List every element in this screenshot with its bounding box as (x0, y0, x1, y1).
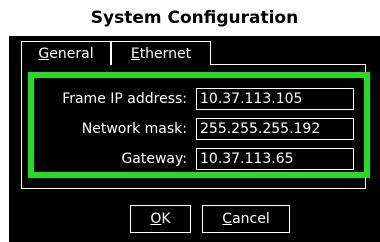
dialog-title: System Configuration (9, 0, 380, 36)
tab-general-hotkey: G (38, 46, 50, 62)
tab-ethernet-label: thernet (139, 46, 192, 62)
cancel-button[interactable]: Cancel (202, 205, 290, 233)
tab-ethernet-hotkey: E (130, 46, 140, 62)
left-edge-stripe (0, 0, 9, 242)
cancel-label: ancel (232, 211, 270, 227)
gateway-label: Gateway: (121, 151, 187, 167)
system-configuration-dialog: System Configuration General Ethernet Fr… (9, 0, 380, 242)
ok-button[interactable]: OK (130, 205, 191, 233)
cancel-hotkey: C (222, 211, 233, 227)
network-mask-label: Network mask: (81, 121, 187, 137)
tab-general[interactable]: General (21, 41, 111, 65)
gateway-input[interactable]: 10.37.113.65 (196, 148, 354, 170)
frame-ip-label: Frame IP address: (62, 91, 187, 107)
tab-ethernet[interactable]: Ethernet (110, 41, 211, 65)
tab-general-label: eneral (49, 46, 94, 62)
network-mask-input[interactable]: 255.255.255.192 (196, 118, 354, 140)
ok-hotkey: O (150, 211, 162, 227)
frame-ip-input[interactable]: 10.37.113.105 (196, 88, 354, 110)
ok-label: K (161, 211, 171, 227)
